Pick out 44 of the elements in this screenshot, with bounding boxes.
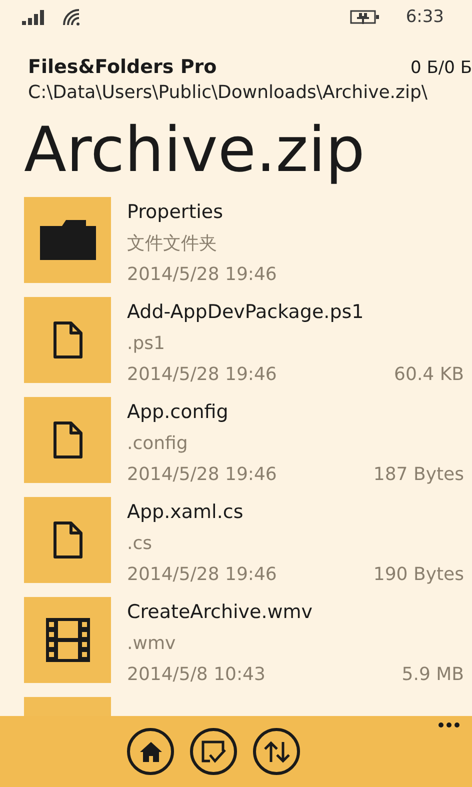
file-item[interactable]: Add-AppDevPackage.ps1 .ps1 2014/5/28 19:46 60.4 KB <box>24 297 464 390</box>
more-icon <box>438 722 460 728</box>
document-icon <box>52 321 82 360</box>
modified-date: 2014/5/8 10:43 <box>127 663 266 688</box>
file-item[interactable]: CreateArchive.wmv .wmv 2014/5/8 10:43 5.9 MB <box>24 597 464 690</box>
file-name: App.config <box>127 400 230 426</box>
home-icon <box>138 740 162 762</box>
select-button[interactable] <box>190 728 237 775</box>
document-icon <box>52 421 82 460</box>
file-size: 190 Bytes <box>373 563 464 588</box>
home-button[interactable] <box>127 728 174 775</box>
file-type: .cs <box>127 532 153 556</box>
folder-icon <box>40 220 96 260</box>
file-size: 5.9 MB <box>402 663 464 688</box>
sort-button[interactable] <box>253 728 300 775</box>
file-type: .ps1 <box>127 332 166 356</box>
battery-charging-icon <box>350 9 380 25</box>
file-type: 文件文件夹 <box>127 232 218 256</box>
modified-date: 2014/5/28 19:46 <box>127 563 277 588</box>
checkbox-icon <box>200 738 228 764</box>
file-name: Properties <box>127 200 224 226</box>
file-item[interactable]: App.config .config 2014/5/28 19:46 187 Bytes <box>24 397 464 490</box>
modified-date: 2014/5/28 19:46 <box>127 363 277 388</box>
file-name: Add-AppDevPackage.ps1 <box>127 300 365 326</box>
file-type: .wmv <box>127 632 177 656</box>
modified-date: 2014/5/28 19:46 <box>127 463 277 488</box>
wifi-icon <box>62 8 82 26</box>
file-item[interactable]: Properties 文件文件夹 2014/5/28 19:46 <box>24 197 464 290</box>
file-name: CreateArchive.wmv <box>127 600 314 626</box>
file-name: App.xaml.cs <box>127 500 244 526</box>
clock-time: 6:33 <box>406 7 444 27</box>
page-heading: Archive.zip <box>24 113 366 188</box>
file-item[interactable]: App.xaml.cs .cs 2014/5/28 19:46 190 Bytes <box>24 497 464 590</box>
modified-date: 2014/5/28 19:46 <box>127 263 277 288</box>
document-icon <box>52 521 82 560</box>
folder-path: C:\Data\Users\Public\Downloads\Archive.zip\ <box>27 82 428 103</box>
more-button[interactable] <box>436 720 462 730</box>
film-icon <box>46 618 90 662</box>
app-title: Files&Folders Pro <box>28 56 217 78</box>
file-size: 60.4 KB <box>394 363 464 388</box>
sort-arrows-icon <box>262 740 290 764</box>
file-type: .config <box>127 432 189 456</box>
storage-usage: 0 Б/0 Б <box>410 58 472 78</box>
file-size: 187 Bytes <box>373 463 464 488</box>
